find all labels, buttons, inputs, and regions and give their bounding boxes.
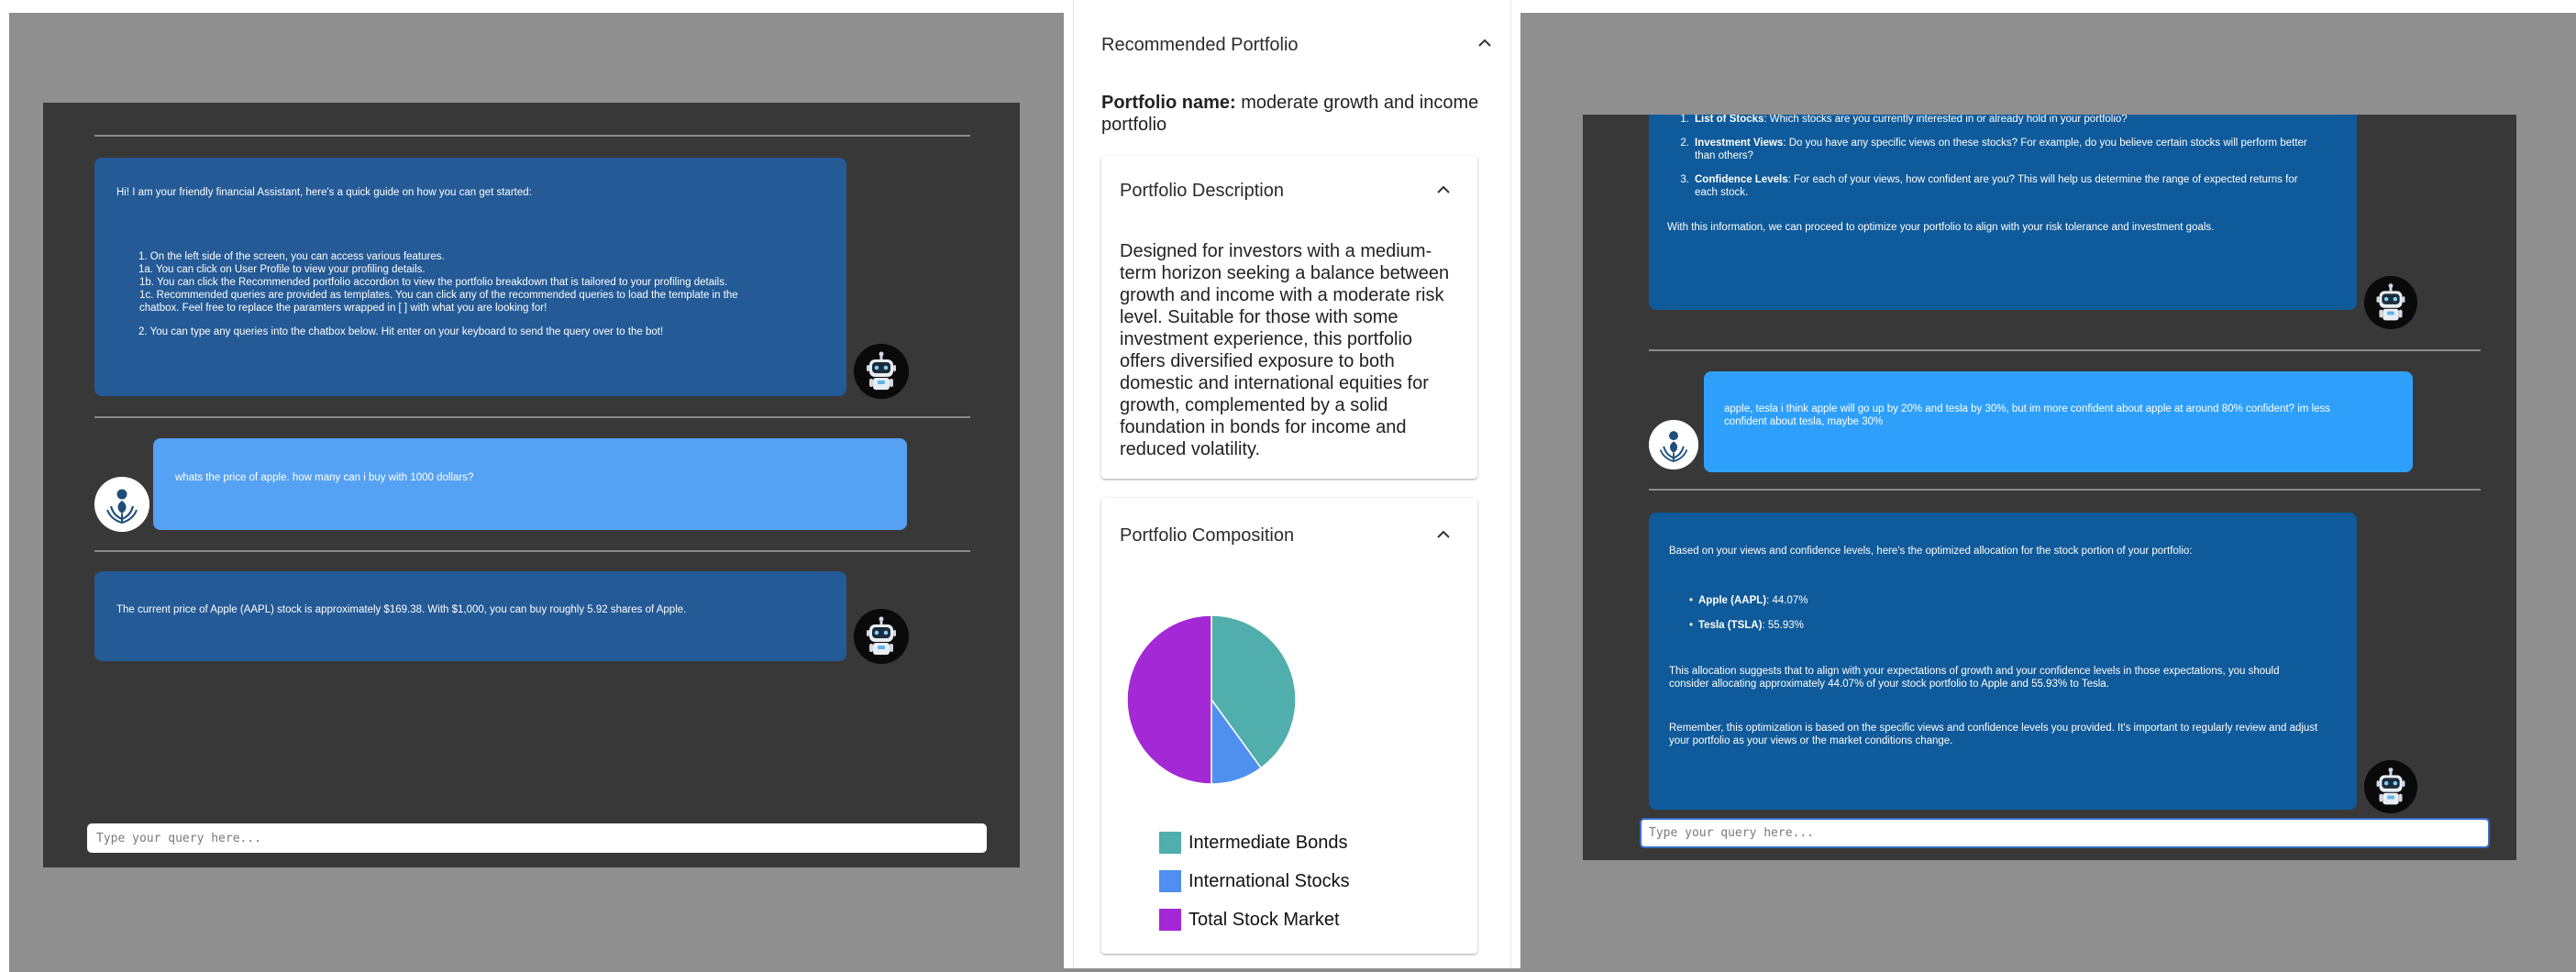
user-message: apple, tesla i think apple will go up by… xyxy=(1704,371,2413,472)
message-divider xyxy=(94,550,970,552)
portfolio-composition-card: Portfolio Composition Intermediate Bonds… xyxy=(1101,498,1477,954)
allocation-intro: Based on your views and confidence level… xyxy=(1669,546,2193,557)
allocation-remember: Remember, this optimization is based on … xyxy=(1669,723,2318,746)
message-divider xyxy=(1649,349,2481,351)
list-item: 1. List of Stocks: Which stocks are you … xyxy=(1680,115,2128,125)
chat-panel-right[interactable]: 1. List of Stocks: Which stocks are you … xyxy=(1583,115,2516,860)
list-item: 3. Confidence Levels: For each of your v… xyxy=(1680,174,2298,198)
allocation-list: • Apple (AAPL): 44.07% • Tesla (TSLA): 5… xyxy=(1669,594,2337,632)
robot-icon xyxy=(2364,276,2417,329)
legend-item[interactable]: Intermediate Bonds xyxy=(1159,832,1347,854)
bot-avatar xyxy=(854,344,909,399)
portfolio-pie-chart xyxy=(1126,614,1297,785)
proceed-text: With this information, we can proceed to… xyxy=(1667,222,2215,233)
legend-swatch xyxy=(1159,832,1181,854)
welcome-guide-list: 1. On the left side of the screen, you c… xyxy=(116,250,824,338)
bot-welcome-message: Hi! I am your friendly financial Assista… xyxy=(94,158,846,396)
pie-slice[interactable] xyxy=(1126,614,1212,785)
portfolio-accordion: Recommended Portfolio Portfolio name: mo… xyxy=(1073,0,1511,968)
list-item: 2. You can type any queries into the cha… xyxy=(138,326,664,337)
user-avatar xyxy=(94,477,149,532)
legend-label: International Stocks xyxy=(1188,870,1350,891)
legend-item[interactable]: Total Stock Market xyxy=(1159,909,1340,931)
chat-input[interactable]: Type your query here... xyxy=(1640,818,2490,848)
bot-avatar xyxy=(854,609,909,664)
user-logo-icon xyxy=(94,477,149,532)
robot-icon xyxy=(854,344,909,399)
robot-icon xyxy=(2364,760,2417,813)
list-item: 1. On the left side of the screen, you c… xyxy=(138,251,738,314)
message-divider xyxy=(1649,489,2481,491)
message-divider xyxy=(94,416,970,418)
legend-label: Total Stock Market xyxy=(1188,909,1340,930)
list-item: 2. Investment Views: Do you have any spe… xyxy=(1680,138,2307,161)
chat-input-placeholder: Type your query here... xyxy=(1649,826,1815,840)
bot-reply-message: The current price of Apple (AAPL) stock … xyxy=(94,571,846,661)
user-logo-icon xyxy=(1649,420,1698,469)
bot-questions-message: 1. List of Stocks: Which stocks are you … xyxy=(1649,115,2357,310)
portfolio-description-card: Portfolio Description Designed for inves… xyxy=(1101,156,1477,479)
chat-input[interactable]: Type your query here... xyxy=(87,823,987,853)
bot-reply-text: The current price of Apple (AAPL) stock … xyxy=(116,604,687,615)
bot-allocation-message: Based on your views and confidence level… xyxy=(1649,513,2357,810)
bot-avatar xyxy=(2364,760,2417,813)
user-message: whats the price of apple. how many can i… xyxy=(153,438,907,530)
portfolio-description-text: Designed for investors with a medium- te… xyxy=(1120,241,1450,459)
message-divider xyxy=(94,135,970,137)
allocation-note: This allocation suggests that to align w… xyxy=(1669,666,2280,690)
welcome-intro: Hi! I am your friendly financial Assista… xyxy=(116,187,532,198)
chat-panel-left[interactable]: Hi! I am your friendly financial Assista… xyxy=(43,103,1020,867)
legend-item[interactable]: International Stocks xyxy=(1159,870,1350,892)
legend-swatch xyxy=(1159,870,1181,892)
bot-avatar xyxy=(2364,276,2417,329)
user-message-text: apple, tesla i think apple will go up by… xyxy=(1724,403,2331,414)
list-item: • Apple (AAPL): 44.07% xyxy=(1688,595,1808,606)
user-avatar xyxy=(1649,420,1698,469)
recommended-portfolio-header[interactable]: Recommended Portfolio xyxy=(1101,35,1299,56)
chevron-up-icon[interactable] xyxy=(1436,530,1451,539)
chat-input-placeholder: Type your query here... xyxy=(96,831,262,845)
chevron-up-icon[interactable] xyxy=(1477,39,1492,48)
robot-icon xyxy=(854,609,909,664)
legend-swatch xyxy=(1159,909,1181,931)
chevron-up-icon[interactable] xyxy=(1436,185,1451,194)
portfolio-composition-header[interactable]: Portfolio Composition xyxy=(1120,525,1294,547)
portfolio-panel: Recommended Portfolio Portfolio name: mo… xyxy=(1064,0,1520,968)
legend-label: Intermediate Bonds xyxy=(1188,832,1348,853)
questions-list: 1. List of Stocks: Which stocks are you … xyxy=(1667,115,2338,199)
portfolio-description-header[interactable]: Portfolio Description xyxy=(1120,181,1284,202)
portfolio-name: Portfolio name: moderate growth and inco… xyxy=(1101,93,1479,135)
user-message-text: whats the price of apple. how many can i… xyxy=(175,472,474,483)
list-item: • Tesla (TSLA): 55.93% xyxy=(1688,620,1804,631)
